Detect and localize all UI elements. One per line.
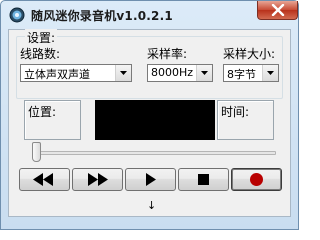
sample-size-select[interactable]: 8字节 xyxy=(223,64,279,82)
chevron-down-icon xyxy=(267,71,274,75)
sample-size-dropdown-arrow[interactable] xyxy=(262,65,278,81)
sample-rate-dropdown-arrow[interactable] xyxy=(196,65,212,81)
play-icon xyxy=(146,173,156,186)
record-app-icon xyxy=(9,7,25,23)
sample-rate-label: 采样率: xyxy=(147,47,188,61)
sample-size-select-value: 8字节 xyxy=(227,68,256,81)
rewind-icon xyxy=(33,173,53,186)
settings-group-label: 设置: xyxy=(25,29,58,46)
play-button[interactable] xyxy=(125,168,176,191)
main-panel: 设置: 线路数: 立体声双声道 采样率: 8000Hz 采样大小: 8字节 位置… xyxy=(8,29,291,217)
waveform-display xyxy=(95,100,215,140)
chevron-down-icon xyxy=(120,71,127,75)
settings-group: 设置: 线路数: 立体声双声道 采样率: 8000Hz 采样大小: 8字节 xyxy=(16,29,283,99)
fast-forward-icon xyxy=(88,173,108,186)
record-button[interactable] xyxy=(231,168,282,191)
stop-button[interactable] xyxy=(178,168,229,191)
channels-label: 线路数: xyxy=(20,47,61,61)
close-icon xyxy=(271,4,285,16)
rewind-button[interactable] xyxy=(19,168,70,191)
channels-select[interactable]: 立体声双声道 xyxy=(20,64,132,82)
sample-size-label: 采样大小: xyxy=(223,47,276,61)
position-panel: 位置: xyxy=(24,100,81,140)
position-label: 位置: xyxy=(28,105,57,119)
window-title: 随风迷你录音机v1.0.2.1 xyxy=(31,9,173,23)
title-bar[interactable]: 随风迷你录音机v1.0.2.1 xyxy=(1,1,298,27)
record-icon xyxy=(250,173,263,186)
time-label: 时间: xyxy=(221,105,250,119)
app-window: 随风迷你录音机v1.0.2.1 设置: 线路数: 立体声双声道 采样率: 800… xyxy=(0,0,299,230)
channels-select-value: 立体声双声道 xyxy=(24,68,90,81)
channels-dropdown-arrow[interactable] xyxy=(115,65,131,81)
sample-rate-select-value: 8000Hz xyxy=(151,66,194,79)
progress-slider-thumb[interactable] xyxy=(32,142,41,162)
status-arrow-icon: ↓ xyxy=(147,199,157,212)
sample-rate-select[interactable]: 8000Hz xyxy=(147,64,213,82)
time-panel: 时间: xyxy=(217,100,274,140)
fast-forward-button[interactable] xyxy=(72,168,123,191)
progress-track[interactable] xyxy=(33,151,276,155)
stop-icon xyxy=(198,174,209,185)
chevron-down-icon xyxy=(201,71,208,75)
close-button[interactable] xyxy=(257,1,298,20)
